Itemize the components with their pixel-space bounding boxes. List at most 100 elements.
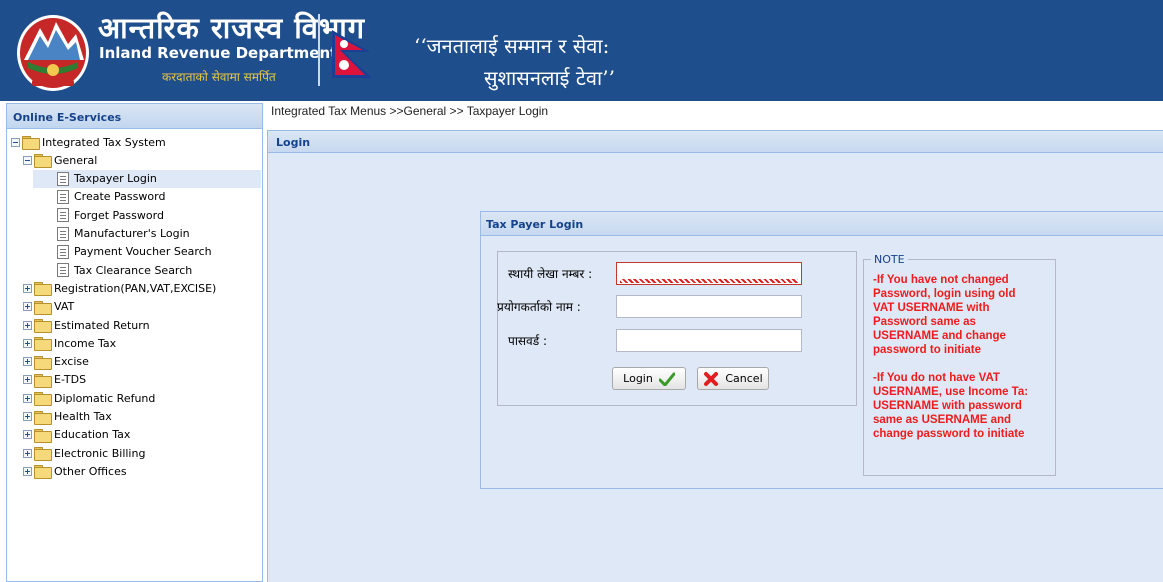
expand-icon[interactable] <box>23 448 32 458</box>
sidebar-item-income-tax[interactable]: Income Tax <box>23 334 261 352</box>
sidebar-item-label: Taxpayer Login <box>74 172 157 186</box>
document-icon <box>57 189 69 204</box>
folder-icon <box>34 282 52 297</box>
folder-open-icon <box>34 154 52 169</box>
sidebar-item-manufacturer-s-login[interactable]: Manufacturer's Login <box>33 225 261 243</box>
sidebar-item-vat[interactable]: VAT <box>23 298 261 316</box>
sidebar-item-other-offices[interactable]: Other Offices <box>23 462 261 480</box>
note-legend: NOTE <box>871 253 908 266</box>
sidebar-item-create-password[interactable]: Create Password <box>33 188 261 206</box>
sidebar-item-label: Electronic Billing <box>54 446 146 460</box>
sidebar-item-excise[interactable]: Excise <box>23 353 261 371</box>
main-panel-title: Login <box>268 131 1163 153</box>
folder-icon <box>34 319 52 333</box>
header-divider <box>318 14 320 86</box>
sidebar-item-label: Integrated Tax System <box>42 135 166 149</box>
expand-icon[interactable] <box>23 430 32 440</box>
folder-icon <box>34 300 52 315</box>
sidebar-item-label: Income Tax <box>54 336 117 350</box>
password-input[interactable] <box>616 329 802 352</box>
dept-tagline: करदाताको सेवामा समर्पित <box>162 70 276 84</box>
sidebar-item-taxpayer-login[interactable]: Taxpayer Login <box>33 169 261 188</box>
login-button[interactable]: Login <box>612 367 686 390</box>
sidebar-item-label: Health Tax <box>54 410 112 423</box>
sidebar-item-registration-pan-vat-excise[interactable]: Registration(PAN,VAT,EXCISE) <box>23 279 261 297</box>
sidebar-title: Online E-Services <box>7 104 262 129</box>
expand-icon[interactable] <box>23 393 32 403</box>
folder-open-icon <box>22 136 40 150</box>
checkmark-icon <box>658 372 675 386</box>
collapse-icon[interactable] <box>23 155 32 165</box>
sidebar-item-general[interactable]: General <box>23 151 261 169</box>
folder-icon <box>34 410 52 425</box>
expand-icon[interactable] <box>23 283 32 293</box>
pan-label: स्थायी लेखा नम्बर : <box>508 267 593 281</box>
document-icon <box>57 171 69 186</box>
document-icon <box>57 226 69 241</box>
login-button-label: Login <box>623 372 653 385</box>
cancel-button-label: Cancel <box>725 372 763 385</box>
sidebar-item-payment-voucher-search[interactable]: Payment Voucher Search <box>33 243 261 261</box>
sidebar-item-diplomatic-refund[interactable]: Diplomatic Refund <box>23 389 261 407</box>
expand-icon[interactable] <box>23 357 32 367</box>
nepal-flag-icon <box>332 30 372 78</box>
folder-icon <box>34 428 52 443</box>
password-label: पासवर्ड : <box>508 334 547 348</box>
sidebar-item-tax-clearance-search[interactable]: Tax Clearance Search <box>33 261 261 279</box>
slogan-line-2: सुशासनलाई टेवा’’ <box>484 66 615 90</box>
document-icon <box>57 244 69 259</box>
note-paragraph-1: -If You have not changed Password, login… <box>873 274 1016 356</box>
sidebar-item-label: Education Tax <box>54 428 131 442</box>
sidebar-item-electronic-billing[interactable]: Electronic Billing <box>23 444 261 462</box>
sidebar-item-label: Payment Voucher Search <box>74 245 212 259</box>
page: आन्तरिक राजस्व विभाग Inland Revenue Depa… <box>0 0 1163 582</box>
sidebar-item-health-tax[interactable]: Health Tax <box>23 408 261 426</box>
sidebar-item-label: Diplomatic Refund <box>54 391 156 405</box>
expand-icon[interactable] <box>23 320 32 330</box>
dept-name-english: Inland Revenue Department <box>99 44 338 62</box>
header-banner: आन्तरिक राजस्व विभाग Inland Revenue Depa… <box>0 0 1163 101</box>
spellcheck-underline <box>620 279 798 283</box>
sidebar-item-education-tax[interactable]: Education Tax <box>23 426 261 444</box>
sidebar-item-estimated-return[interactable]: Estimated Return <box>23 316 261 334</box>
sidebar-item-label: Estimated Return <box>54 318 150 332</box>
folder-icon <box>34 465 52 480</box>
sidebar-item-label: Manufacturer's Login <box>74 227 190 240</box>
expand-icon[interactable] <box>23 338 32 348</box>
expand-icon[interactable] <box>23 466 32 476</box>
expand-icon[interactable] <box>23 412 32 421</box>
sidebar-item-e-tds[interactable]: E-TDS <box>23 371 261 389</box>
username-label: प्रयोगकर्ताको नाम : <box>497 300 581 314</box>
folder-icon <box>34 373 52 388</box>
expand-icon[interactable] <box>23 375 32 385</box>
cancel-button[interactable]: Cancel <box>697 367 769 390</box>
folder-icon <box>34 447 52 462</box>
red-x-icon <box>704 371 719 386</box>
sidebar-panel: Online E-Services Integrated Tax System G… <box>6 103 263 582</box>
collapse-icon[interactable] <box>11 137 20 147</box>
sidebar-item-label: Other Offices <box>54 464 127 478</box>
note-text: -If You have not changed Password, login… <box>873 273 1054 455</box>
sidebar-item-forget-password[interactable]: Forget Password <box>33 206 261 224</box>
document-icon <box>57 263 69 278</box>
username-input[interactable] <box>616 295 802 318</box>
slogan-line-1: ‘‘जनतालाई सम्मान र सेवा: <box>414 34 610 58</box>
dept-name-nepali: आन्तरिक राजस्व विभाग <box>98 11 366 45</box>
sidebar-item-label: General <box>54 153 98 167</box>
sidebar-item-label: Forget Password <box>74 208 164 222</box>
nepal-emblem-icon <box>17 15 89 91</box>
expand-icon[interactable] <box>23 302 32 312</box>
document-icon <box>57 208 69 223</box>
sidebar-item-integrated-tax-system[interactable]: Integrated Tax System <box>11 133 261 151</box>
login-panel-title: Tax Payer Login <box>481 212 1163 236</box>
folder-icon <box>34 392 52 407</box>
folder-icon <box>34 355 52 370</box>
sidebar-item-label: Create Password <box>74 190 166 204</box>
sidebar-item-label: VAT <box>54 300 75 314</box>
sidebar-item-label: Tax Clearance Search <box>74 263 193 277</box>
breadcrumb: Integrated Tax Menus >>General >> Taxpay… <box>271 104 549 118</box>
sidebar-item-label: Registration(PAN,VAT,EXCISE) <box>54 281 217 295</box>
folder-icon <box>34 337 52 352</box>
sidebar-item-label: E-TDS <box>54 373 87 387</box>
sidebar-item-label: Excise <box>54 355 89 369</box>
